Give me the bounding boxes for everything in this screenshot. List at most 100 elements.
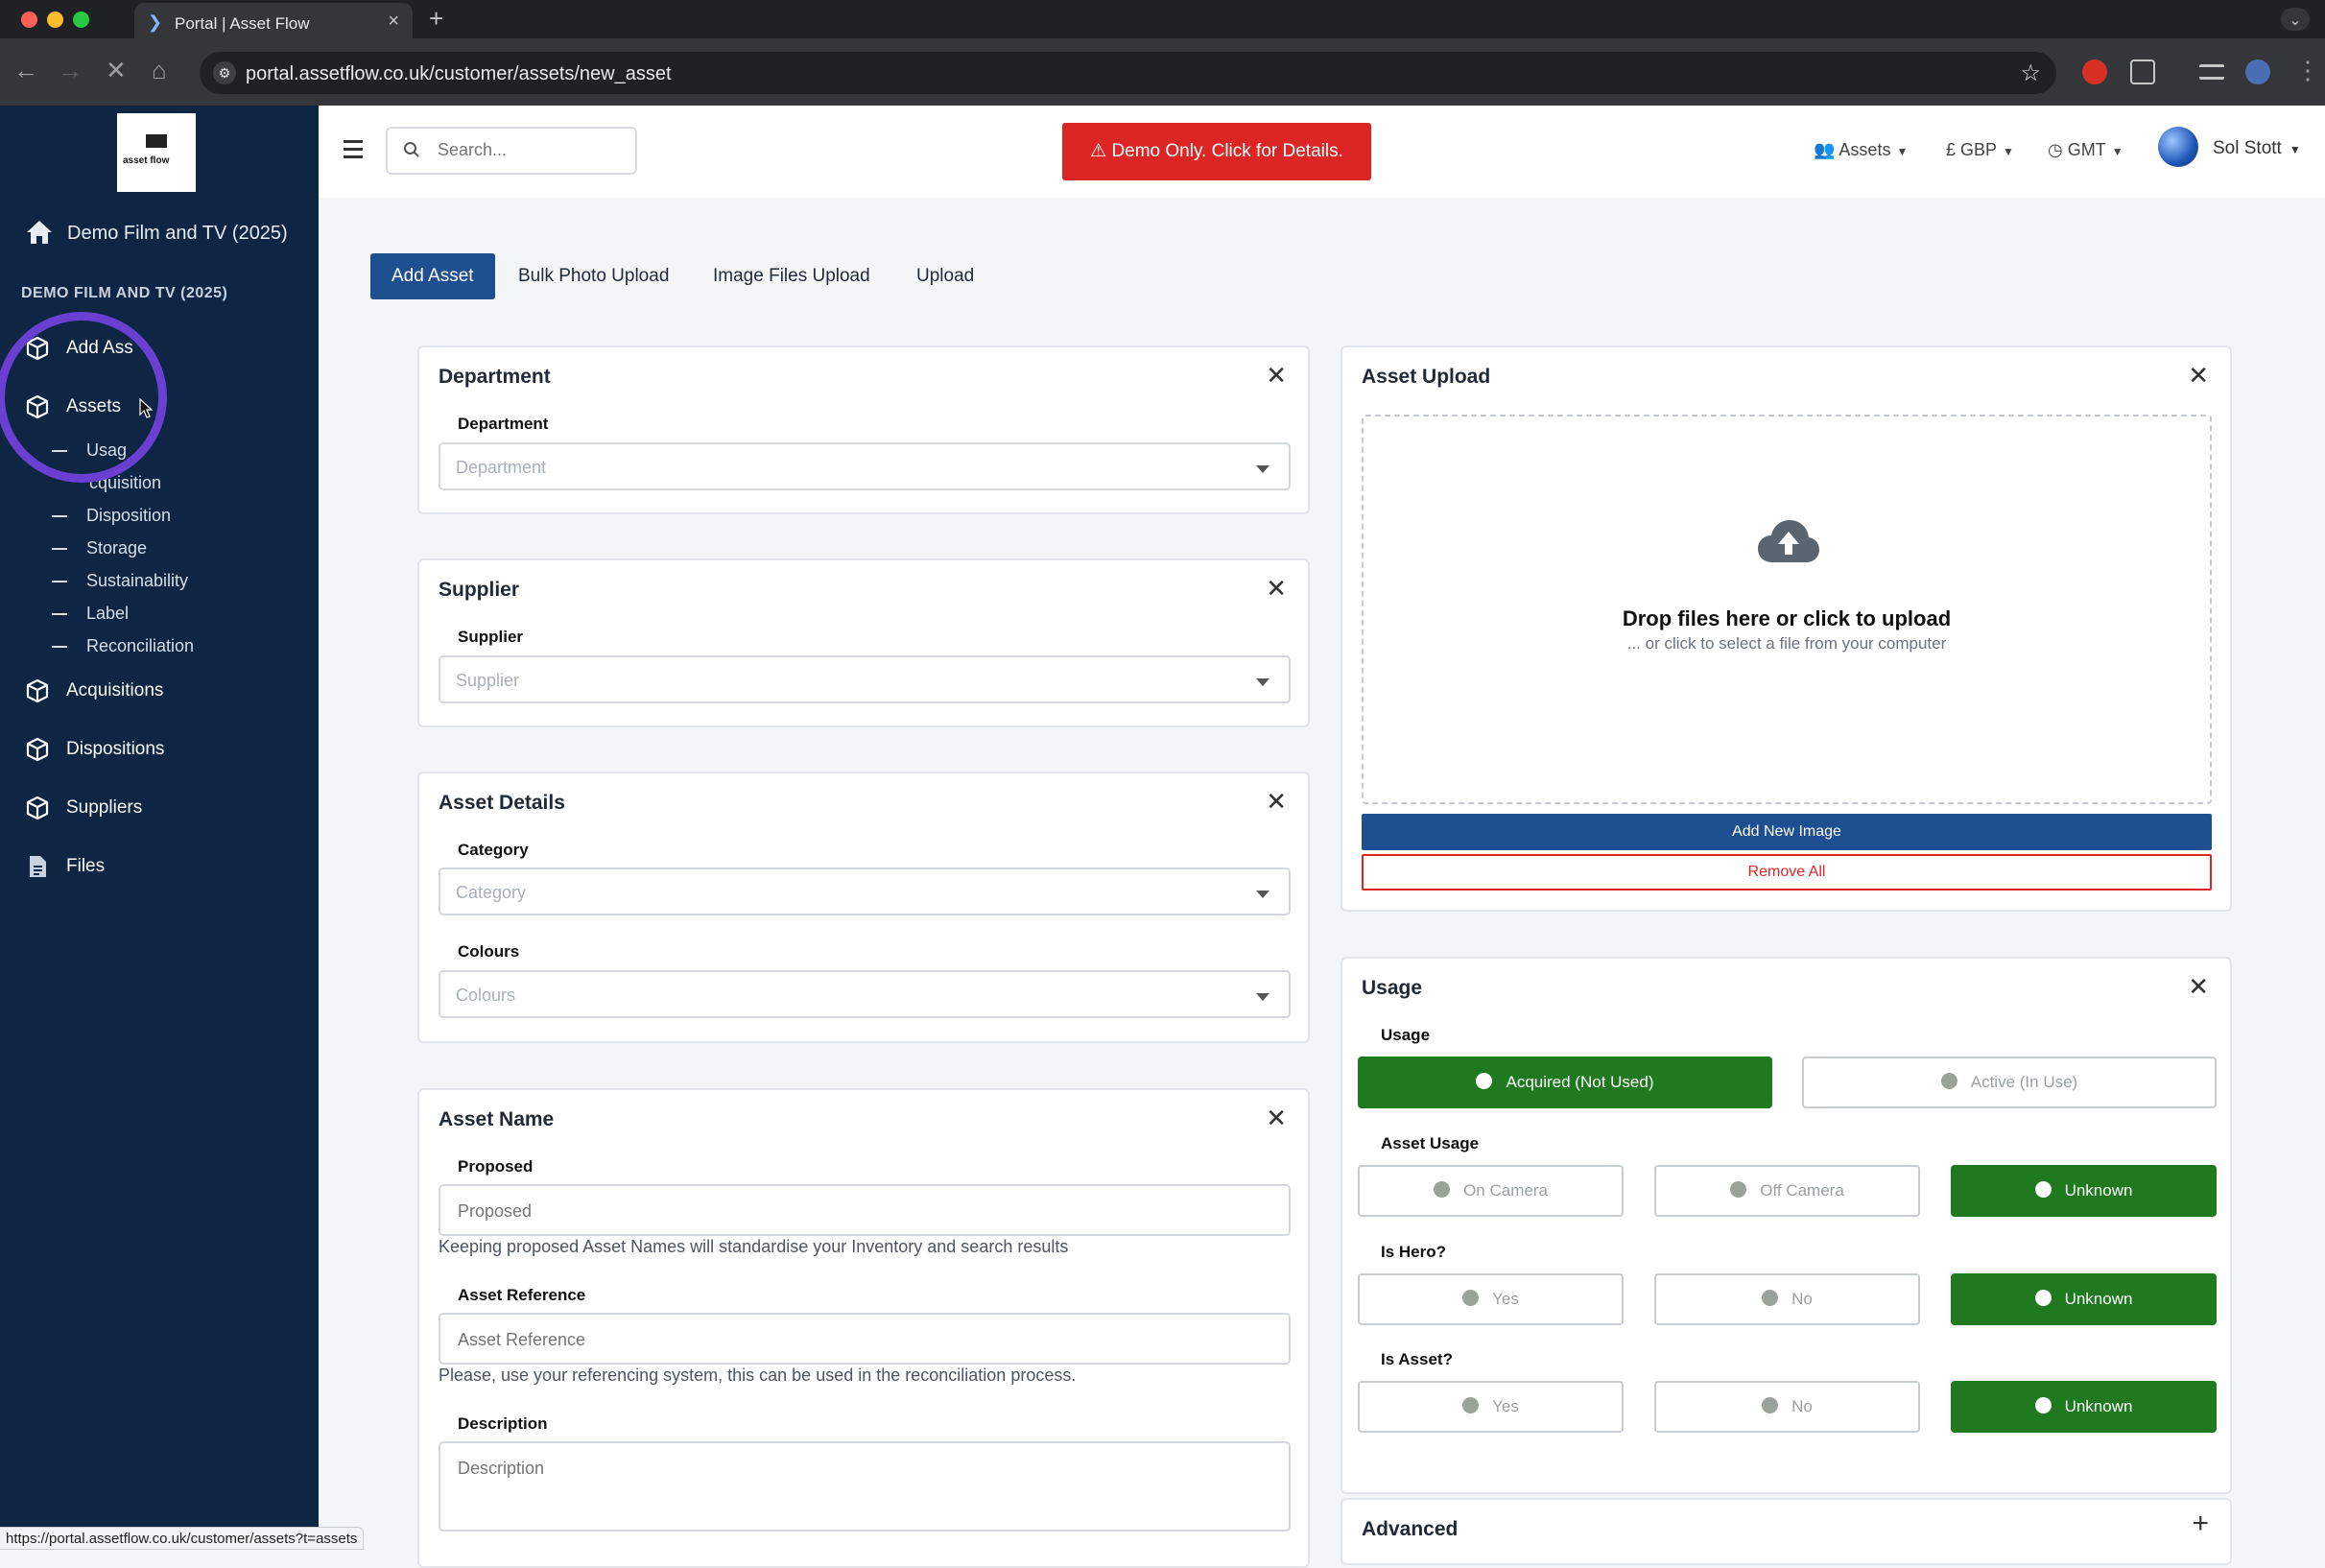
is-hero-unknown-toggle[interactable]: Unknown [1951, 1273, 2217, 1325]
search-box[interactable] [386, 127, 637, 175]
is-hero-no-toggle[interactable]: No [1654, 1273, 1920, 1325]
home-icon[interactable]: ⌂ [152, 58, 167, 83]
close-icon[interactable]: ✕ [1266, 574, 1287, 604]
close-icon[interactable]: ✕ [2188, 972, 2209, 1002]
file-dropzone[interactable]: Drop files here or click to upload ... o… [1362, 415, 2212, 804]
usage-card: Usage ✕ Usage Acquired (Not Used) Active… [1340, 957, 2232, 1494]
media-controls-icon[interactable] [2199, 64, 2224, 80]
address-bar[interactable]: ⚙ portal.assetflow.co.uk/customer/assets… [200, 52, 2056, 94]
cloud-upload-icon [1758, 520, 1819, 562]
sidebar: asset flow Demo Film and TV (2025) DEMO … [0, 106, 319, 1550]
logo[interactable]: asset flow [117, 113, 196, 192]
asset-details-card: Asset Details ✕ Category Category Colour… [417, 772, 1310, 1043]
asset-usage-unknown-toggle[interactable]: Unknown [1951, 1165, 2217, 1217]
sidebar-item-add-asset[interactable]: Add Ass [25, 336, 133, 361]
asset-usage-off-camera-toggle[interactable]: Off Camera [1654, 1165, 1920, 1217]
close-icon[interactable]: ✕ [1266, 1104, 1287, 1133]
demo-only-button[interactable]: ⚠ Demo Only. Click for Details. [1062, 123, 1371, 180]
window-minimize-button[interactable] [47, 12, 63, 28]
sidebar-subitem-acquisition[interactable]: cquisition [52, 473, 161, 493]
card-title: Advanced [1362, 1518, 1459, 1540]
expand-plus-icon[interactable]: + [2192, 1508, 2209, 1540]
sidebar-item-assets[interactable]: Assets [25, 394, 121, 419]
sidebar-org-label: Demo Film and TV (2025) [67, 223, 288, 244]
sidebar-subitem-disposition[interactable]: Disposition [52, 506, 171, 526]
tab-close-icon[interactable]: × [388, 11, 399, 33]
tab-search-icon[interactable]: ⌄ [2281, 8, 2310, 31]
avatar[interactable] [2158, 127, 2198, 167]
back-icon[interactable]: ← [13, 58, 38, 83]
sidebar-subitem-reconciliation[interactable]: Reconciliation [52, 636, 194, 656]
radio-dot-icon [2034, 1397, 2052, 1414]
tab-bulk-photo-upload[interactable]: Bulk Photo Upload [518, 253, 669, 299]
select-placeholder: Supplier [456, 671, 520, 690]
usage-active-toggle[interactable]: Active (In Use) [1802, 1057, 2217, 1108]
remove-all-button[interactable]: Remove All [1362, 854, 2212, 891]
cube-icon [26, 678, 49, 703]
proposed-name-field[interactable] [439, 1184, 1291, 1236]
sidebar-subitem-label: Sustainability [86, 571, 189, 590]
tab-add-asset[interactable]: Add Asset [370, 253, 495, 299]
site-info-icon[interactable]: ⚙ [213, 61, 236, 84]
asset-reference-input[interactable] [458, 1330, 1264, 1350]
is-hero-yes-toggle[interactable]: Yes [1358, 1273, 1624, 1325]
colours-select[interactable]: Colours [439, 970, 1291, 1018]
supplier-select[interactable]: Supplier [439, 655, 1291, 703]
sidebar-subitem-label: Label [86, 604, 130, 623]
window-close-button[interactable] [21, 12, 37, 28]
department-select[interactable]: Department [439, 442, 1291, 490]
sidebar-item-suppliers[interactable]: Suppliers [25, 796, 142, 820]
extension-icon[interactable] [2082, 59, 2107, 84]
is-asset-no-toggle[interactable]: No [1654, 1381, 1920, 1433]
asset-reference-field[interactable] [439, 1313, 1291, 1365]
currency-dropdown[interactable]: £ GBP ▼ [1946, 140, 2014, 160]
description-field[interactable] [439, 1441, 1291, 1532]
sidebar-item-dispositions[interactable]: Dispositions [25, 737, 164, 762]
tab-image-files-upload[interactable]: Image Files Upload [713, 253, 870, 299]
sidebar-subitem-sustainability[interactable]: Sustainability [52, 571, 188, 591]
sidebar-item-acquisitions[interactable]: Acquisitions [25, 678, 163, 703]
sidebar-subitem-usage[interactable]: Usag [52, 440, 127, 461]
description-textarea[interactable] [458, 1459, 1264, 1499]
asset-usage-on-camera-toggle[interactable]: On Camera [1358, 1165, 1624, 1217]
usage-acquired-toggle[interactable]: Acquired (Not Used) [1358, 1057, 1772, 1108]
sidebar-subitem-storage[interactable]: Storage [52, 538, 147, 558]
user-menu[interactable]: Sol Stott ▼ [2213, 138, 2301, 159]
sidebar-item-files[interactable]: Files [25, 856, 105, 877]
more-menu-icon[interactable]: ⋮ [2295, 58, 2320, 83]
proposed-name-input[interactable] [458, 1201, 1264, 1222]
field-label: Department [458, 415, 549, 433]
dash-icon [52, 581, 67, 583]
profile-icon[interactable] [2245, 59, 2270, 84]
sidebar-subitem-label-item[interactable]: Label [52, 604, 129, 624]
card-title: Usage [1362, 977, 1423, 999]
bookmark-star-icon[interactable]: ☆ [2020, 59, 2041, 87]
puzzle-icon[interactable] [2130, 59, 2155, 84]
browser-tab[interactable]: ❯ Portal | Asset Flow × [134, 3, 413, 38]
tab-upload[interactable]: Upload [916, 253, 974, 299]
category-select[interactable]: Category [439, 867, 1291, 915]
dash-icon [52, 613, 67, 616]
reference-help-text: Please, use your referencing system, thi… [439, 1366, 1077, 1385]
forward-icon[interactable]: → [58, 58, 83, 83]
advanced-card[interactable]: Advanced + [1340, 1498, 2232, 1565]
sidebar-subitem-label: Disposition [86, 506, 172, 525]
user-name: Sol Stott [2213, 138, 2282, 158]
assets-dropdown[interactable]: 👥 Assets ▼ [1814, 140, 1908, 160]
close-icon[interactable]: ✕ [2188, 361, 2209, 391]
add-new-image-button[interactable]: Add New Image [1362, 814, 2212, 850]
sidebar-section-heading: DEMO FILM AND TV (2025) [21, 285, 228, 301]
sidebar-org-link[interactable]: Demo Film and TV (2025) [25, 221, 288, 245]
stop-loading-icon[interactable]: ✕ [106, 58, 127, 83]
is-asset-unknown-toggle[interactable]: Unknown [1951, 1381, 2217, 1433]
close-icon[interactable]: ✕ [1266, 361, 1287, 391]
new-tab-icon[interactable]: + [429, 4, 443, 34]
supplier-card: Supplier ✕ Supplier Supplier [417, 558, 1310, 727]
timezone-dropdown[interactable]: ◷ GMT ▼ [2048, 140, 2123, 160]
window-maximize-button[interactable] [73, 12, 89, 28]
hamburger-menu-icon[interactable] [344, 140, 363, 163]
close-icon[interactable]: ✕ [1266, 787, 1287, 817]
is-asset-yes-toggle[interactable]: Yes [1358, 1381, 1624, 1433]
field-label: Category [458, 841, 529, 859]
search-input[interactable] [438, 140, 620, 160]
